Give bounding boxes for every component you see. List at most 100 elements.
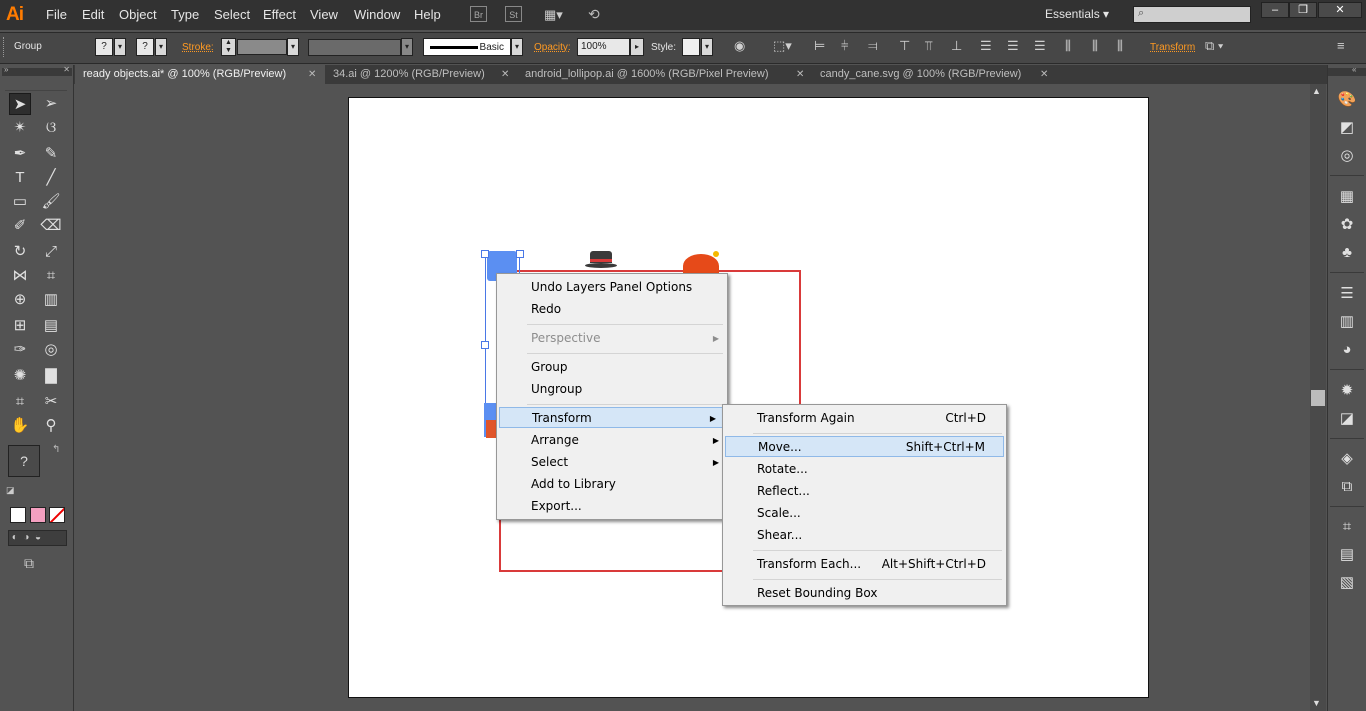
menu-window[interactable]: Window <box>354 7 400 22</box>
stroke-label[interactable]: Stroke: <box>182 42 214 53</box>
distribute-left-icon[interactable]: ⫼ <box>1065 38 1071 54</box>
tab-close-icon[interactable]: ✕ <box>308 65 316 84</box>
align-top-icon[interactable]: ⊤ <box>899 38 910 54</box>
align-vertical-center-icon[interactable]: ⫪ <box>925 38 932 54</box>
brush-dropdown[interactable]: ▾ <box>511 38 523 56</box>
width-tool-icon[interactable]: ⋈ <box>9 265 31 287</box>
artboards-icon[interactable]: ⧉ <box>1336 476 1358 498</box>
transparency-icon[interactable]: ◕ <box>1336 339 1358 361</box>
tab-android-lollipop[interactable]: android_lollipop.ai @ 1600% (RGB/Pixel P… <box>517 65 812 84</box>
color-panel-icon[interactable]: 🎨 <box>1336 89 1358 111</box>
swatches-icon[interactable]: ▦ <box>1336 186 1358 208</box>
distribute-horizontal-center-icon[interactable]: ⫼ <box>1092 38 1098 54</box>
type-tool-icon[interactable]: T <box>9 167 31 189</box>
shaper-tool-icon[interactable]: ✐ <box>9 215 31 237</box>
opacity-label[interactable]: Opacity: <box>534 42 571 53</box>
menu-item-group[interactable]: Group <box>499 357 725 378</box>
tab-close-icon[interactable]: ✕ <box>1040 65 1048 84</box>
menu-item-rotate[interactable]: Rotate... <box>725 459 1004 480</box>
symbols-icon[interactable]: ♣ <box>1336 242 1358 264</box>
dock-header[interactable]: « <box>1328 65 1366 76</box>
menu-item-arrange[interactable]: Arrange ▶ <box>499 430 725 451</box>
align-horizontal-center-icon[interactable]: ⫩ <box>841 38 848 54</box>
drawing-modes[interactable]: ◐ ◑ ◒ <box>8 530 67 546</box>
workspace-switcher[interactable]: Essentials ▾ <box>1045 7 1109 21</box>
fill-dropdown[interactable]: ▾ <box>114 38 126 56</box>
handle-top-right[interactable] <box>516 250 524 258</box>
distribute-right-icon[interactable]: ⫼ <box>1117 38 1123 54</box>
eyedropper-tool-icon[interactable]: ✑ <box>9 339 31 361</box>
opacity-flyout[interactable]: ▸ <box>630 38 644 56</box>
tools-panel-header[interactable]: » ✕ <box>2 65 72 76</box>
pathfinder-icon[interactable]: ▧ <box>1336 572 1358 594</box>
align-to-selection-icon[interactable]: ⬚▾ <box>773 38 792 54</box>
opacity-input[interactable]: 100% <box>577 38 630 56</box>
minimize-button[interactable]: – <box>1261 2 1289 18</box>
gradient-mode-icon[interactable] <box>30 507 46 523</box>
scroll-down-icon[interactable]: ▼ <box>1312 698 1321 708</box>
toolbar-fill-swatch[interactable]: ? <box>8 445 40 477</box>
default-fill-stroke-icon[interactable]: ◪ <box>6 485 15 496</box>
close-window-button[interactable]: ✕ <box>1318 2 1362 18</box>
none-mode-icon[interactable] <box>49 507 65 523</box>
isolate-group-icon[interactable]: ⧉ ▾ <box>1205 38 1223 54</box>
distribute-top-icon[interactable]: ☰ <box>980 38 992 54</box>
gpu-performance-icon[interactable]: ⟲ <box>588 6 600 23</box>
menu-item-shear[interactable]: Shear... <box>725 525 1004 546</box>
scrollbar-thumb[interactable] <box>1311 390 1325 406</box>
paintbrush-tool-icon[interactable]: 🖌 <box>40 191 62 213</box>
brush-definition[interactable]: Basic <box>423 38 511 56</box>
shape-builder-tool-icon[interactable]: ⊕ <box>9 289 31 311</box>
tab-close-icon[interactable]: ✕ <box>501 65 509 84</box>
magic-wand-tool-icon[interactable]: ✴ <box>9 117 31 139</box>
gradient-panel-icon[interactable]: ▥ <box>1336 311 1358 333</box>
menu-item-scale[interactable]: Scale... <box>725 503 1004 524</box>
graphic-style-swatch[interactable] <box>682 38 700 56</box>
column-graph-tool-icon[interactable]: ▇ <box>40 365 62 387</box>
menu-file[interactable]: File <box>46 7 67 22</box>
transform-panel-icon[interactable]: ⌗ <box>1336 516 1358 538</box>
stroke-panel-icon[interactable]: ☰ <box>1336 283 1358 305</box>
orange-shape[interactable] <box>486 420 496 438</box>
arrange-documents-icon[interactable]: ▦▾ <box>544 7 563 23</box>
symbol-sprayer-tool-icon[interactable]: ✺ <box>9 365 31 387</box>
swap-fill-stroke-icon[interactable]: ↰ <box>52 444 60 455</box>
stroke-swatch[interactable]: ? <box>136 38 154 56</box>
brushes-icon[interactable]: ✿ <box>1336 214 1358 236</box>
menu-item-ungroup[interactable]: Ungroup <box>499 379 725 400</box>
menu-item-redo[interactable]: Redo <box>499 299 725 320</box>
selection-tool-icon[interactable]: ➤ <box>9 93 31 115</box>
graphic-styles-icon[interactable]: ◪ <box>1336 408 1358 430</box>
menu-object[interactable]: Object <box>119 7 157 22</box>
stock-button[interactable]: St <box>505 6 522 22</box>
perspective-grid-tool-icon[interactable]: ▥ <box>40 289 62 311</box>
transform-link[interactable]: Transform <box>1150 42 1195 53</box>
handle-middle-left[interactable] <box>481 341 489 349</box>
fill-swatch[interactable]: ? <box>95 38 113 56</box>
appearance-icon[interactable]: ✹ <box>1336 380 1358 402</box>
align-left-icon[interactable]: ⊨ <box>814 38 825 54</box>
control-panel-menu-icon[interactable]: ≡ <box>1337 38 1345 53</box>
bridge-button[interactable]: Br <box>470 6 487 22</box>
color-guide-icon[interactable]: ◩ <box>1336 117 1358 139</box>
rectangle-tool-icon[interactable]: ▭ <box>9 191 31 213</box>
color-mode-icon[interactable] <box>10 507 26 523</box>
menu-item-reflect[interactable]: Reflect... <box>725 481 1004 502</box>
stroke-weight-input[interactable] <box>237 39 287 55</box>
rotate-tool-icon[interactable]: ↻ <box>9 241 31 263</box>
tab-close-icon[interactable]: ✕ <box>796 65 804 84</box>
menu-item-export[interactable]: Export... <box>499 496 725 517</box>
direct-selection-tool-icon[interactable]: ➢ <box>40 93 62 115</box>
free-transform-tool-icon[interactable]: ⌗ <box>40 265 62 287</box>
zoom-tool-icon[interactable]: ⚲ <box>40 415 62 437</box>
stroke-color-dropdown[interactable]: ▾ <box>155 38 167 56</box>
menu-item-add-to-library[interactable]: Add to Library <box>499 474 725 495</box>
tab-34[interactable]: 34.ai @ 1200% (RGB/Preview) ✕ <box>325 65 517 84</box>
menu-item-transform[interactable]: Transform ▶ <box>499 407 723 428</box>
align-panel-icon[interactable]: ▤ <box>1336 544 1358 566</box>
menu-effect[interactable]: Effect <box>263 7 296 22</box>
menu-item-reset-bounding-box[interactable]: Reset Bounding Box <box>725 583 1004 604</box>
scroll-up-icon[interactable]: ▲ <box>1312 86 1321 96</box>
handle-top-left[interactable] <box>481 250 489 258</box>
stroke-weight-stepper[interactable]: ▲ ▼ <box>221 38 236 56</box>
